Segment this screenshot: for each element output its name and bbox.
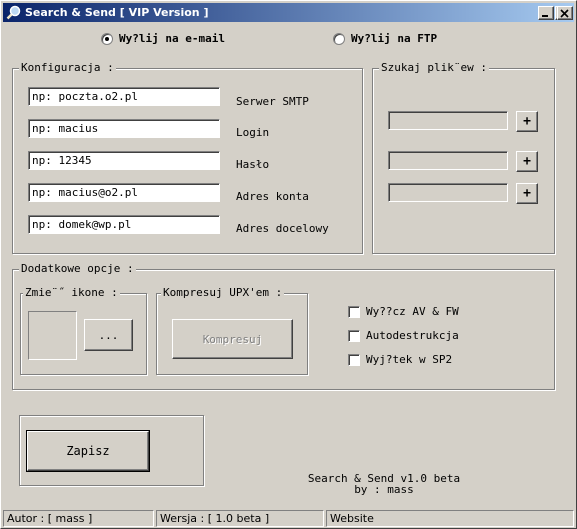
save-button[interactable]: Zapisz <box>26 430 150 472</box>
password-label: Hasło <box>236 158 270 171</box>
option-disable-av-fw-label: Wy??cz AV & FW <box>366 305 459 318</box>
change-icon-title: Zmie¨˝ ikone : <box>23 286 120 299</box>
login-label: Login <box>236 126 270 139</box>
option-autodestruct[interactable]: Autodestrukcja <box>348 329 459 342</box>
radio-send-email[interactable]: Wy?lij na e-mail <box>101 32 225 45</box>
radio-email-label: Wy?lij na e-mail <box>119 32 225 45</box>
add-file-button-2[interactable]: + <box>516 151 538 172</box>
status-website[interactable]: Website <box>326 510 574 527</box>
account-address-input[interactable]: np: macius@o2.pl <box>28 183 220 202</box>
close-icon <box>560 9 569 18</box>
compress-button[interactable]: Kompresuj <box>172 319 293 359</box>
add-file-button-1[interactable]: + <box>516 111 538 132</box>
main-window: Search & Send [ VIP Version ] Wy?lij na … <box>0 0 577 529</box>
magnifier-icon <box>6 5 22 20</box>
search-files-title: Szukaj plik¨ew : <box>379 61 489 74</box>
checkbox-disable-av-fw[interactable] <box>348 305 360 318</box>
option-sp2-exception[interactable]: Wyj?tek w SP2 <box>348 353 452 366</box>
upx-group-title: Kompresuj UPX'em : <box>161 286 285 299</box>
title-bar[interactable]: Search & Send [ VIP Version ] <box>3 3 574 22</box>
radio-send-ftp[interactable]: Wy?lij na FTP <box>333 32 437 45</box>
status-version: Wersja : [ 1.0 beta ] <box>156 510 324 527</box>
option-autodestruct-label: Autodestrukcja <box>366 329 459 342</box>
plus-icon: + <box>523 186 531 201</box>
status-author: Autor : [ mass ] <box>3 510 154 527</box>
save-label: Zapisz <box>66 444 110 458</box>
config-group-title: Konfiguracja : <box>19 61 116 74</box>
smtp-server-input[interactable]: np: poczta.o2.pl <box>28 87 220 106</box>
checkbox-autodestruct[interactable] <box>348 329 360 342</box>
close-button[interactable] <box>557 6 573 20</box>
icon-preview <box>28 311 77 360</box>
compress-label: Kompresuj <box>202 332 263 346</box>
password-input[interactable]: np: 12345 <box>28 151 220 170</box>
radio-email-indicator[interactable] <box>101 32 113 45</box>
browse-icon-label: ... <box>98 328 119 342</box>
minimize-icon <box>542 15 548 17</box>
add-file-button-3[interactable]: + <box>516 183 538 204</box>
browse-icon-button[interactable]: ... <box>84 319 133 351</box>
radio-ftp-indicator[interactable] <box>333 32 345 45</box>
checkbox-sp2-exception[interactable] <box>348 353 360 366</box>
smtp-server-label: Serwer SMTP <box>236 95 309 108</box>
extra-options-title: Dodatkowe opcje : <box>19 262 136 275</box>
search-file-input-3[interactable] <box>388 183 508 202</box>
minimize-button[interactable] <box>538 6 554 20</box>
search-file-input-2[interactable] <box>388 151 508 170</box>
target-address-input[interactable]: np: domek@wp.pl <box>28 215 220 234</box>
option-disable-av-fw[interactable]: Wy??cz AV & FW <box>348 305 459 318</box>
account-address-label: Adres konta <box>236 190 309 203</box>
login-input[interactable]: np: macius <box>28 119 220 138</box>
footer-author: by : mass <box>354 483 414 496</box>
window-title: Search & Send [ VIP Version ] <box>25 6 209 19</box>
plus-icon: + <box>523 114 531 129</box>
target-address-label: Adres docelowy <box>236 222 329 235</box>
plus-icon: + <box>523 154 531 169</box>
option-sp2-exception-label: Wyj?tek w SP2 <box>366 353 453 366</box>
search-file-input-1[interactable] <box>388 111 508 130</box>
status-bar: Autor : [ mass ] Wersja : [ 1.0 beta ] W… <box>3 510 574 528</box>
radio-ftp-label: Wy?lij na FTP <box>351 32 438 45</box>
